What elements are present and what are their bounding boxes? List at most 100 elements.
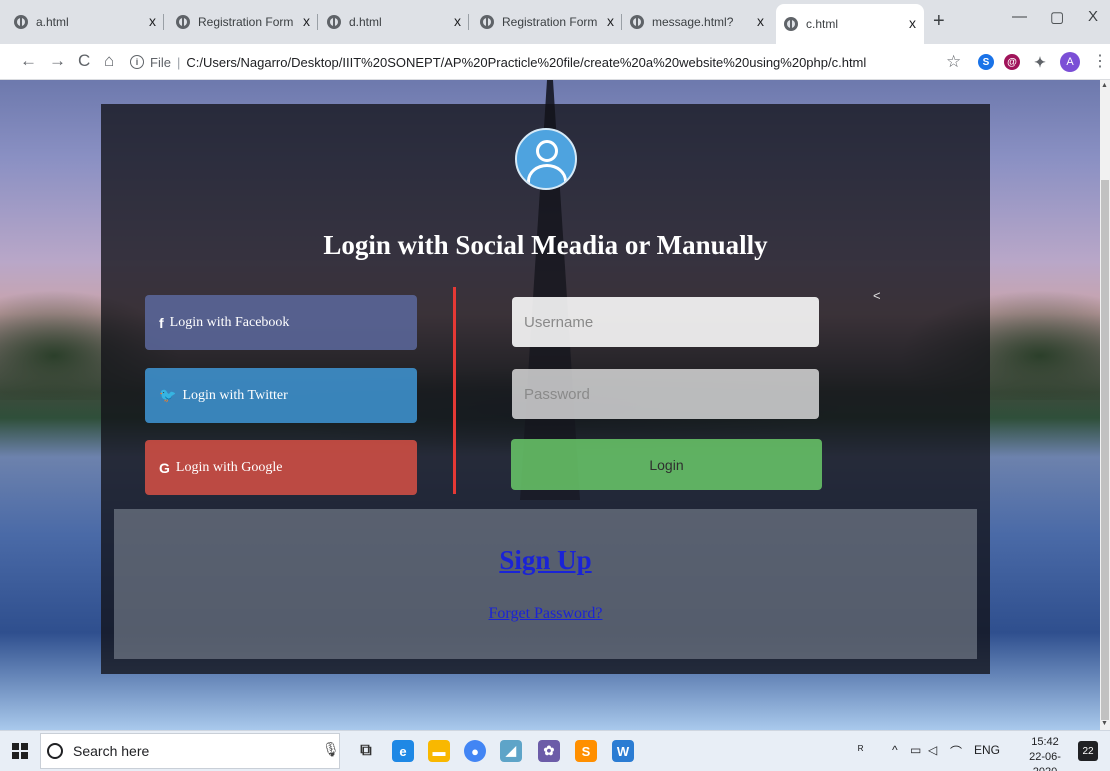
- facebook-button-label: Login with Facebook: [169, 314, 290, 330]
- tray-chevron-icon[interactable]: ^: [892, 743, 898, 757]
- facebook-icon: f: [159, 314, 164, 331]
- people-icon[interactable]: ᴿ: [858, 743, 863, 757]
- wifi-icon[interactable]: ⌒: [950, 743, 962, 760]
- twitter-button-label: Login with Twitter: [182, 387, 288, 403]
- tab-title: message.html?: [652, 15, 734, 29]
- clock-time: 15:42: [1031, 736, 1059, 748]
- tab-c-html[interactable]: c.html x: [776, 4, 924, 44]
- sublime-text-icon[interactable]: S: [575, 740, 597, 762]
- globe-icon: [480, 15, 494, 29]
- login-twitter-button[interactable]: 🐦 Login with Twitter: [145, 368, 417, 423]
- username-input[interactable]: [512, 297, 819, 347]
- tab-close-icon[interactable]: x: [149, 13, 156, 29]
- tab-registration-form-1[interactable]: Registration Form x: [176, 6, 318, 38]
- maximize-button[interactable]: ▢: [1050, 8, 1064, 26]
- minimize-button[interactable]: —: [1012, 8, 1027, 25]
- address-bar[interactable]: i File | C:/Users/Nagarro/Desktop/IIIT%2…: [130, 48, 930, 76]
- microphone-icon[interactable]: 🎙: [322, 741, 340, 758]
- taskbar-search-placeholder: Search here: [73, 743, 150, 759]
- tab-close-icon[interactable]: x: [909, 15, 916, 31]
- google-icon: G: [159, 459, 170, 476]
- login-button[interactable]: Login: [511, 439, 822, 490]
- tab-a-html[interactable]: a.html x: [14, 6, 164, 38]
- chrome-icon[interactable]: ●: [464, 740, 486, 762]
- address-url[interactable]: C:/Users/Nagarro/Desktop/IIIT%20SONEPT/A…: [186, 55, 866, 70]
- volume-icon[interactable]: ◁: [928, 743, 937, 757]
- forward-button[interactable]: →: [49, 51, 66, 71]
- file-explorer-icon[interactable]: ▬: [428, 740, 450, 762]
- clock-date: 22-06-2020: [1029, 751, 1061, 771]
- browser-toolbar: ← → C ⌂ i File | C:/Users/Nagarro/Deskto…: [0, 44, 1110, 80]
- forgot-password-link[interactable]: Forget Password?: [114, 605, 977, 623]
- avatar-body: [527, 164, 567, 188]
- twitter-icon: 🐦: [159, 387, 177, 403]
- cortana-icon: [47, 743, 63, 759]
- vertical-divider: [453, 287, 456, 494]
- page-title: Login with Social Meadia or Manually: [323, 230, 768, 260]
- tab-close-icon[interactable]: x: [607, 13, 614, 29]
- tab-registration-form-2[interactable]: Registration Form x: [480, 6, 622, 38]
- notification-center-icon[interactable]: 22: [1078, 741, 1098, 761]
- globe-icon: [327, 15, 341, 29]
- tab-strip: a.html x Registration Form x d.html x Re…: [0, 0, 1110, 44]
- windows-start-icon[interactable]: [12, 743, 28, 759]
- new-tab-button[interactable]: +: [933, 10, 945, 33]
- login-card: Login with Social Meadia or Manually f L…: [101, 104, 990, 674]
- tab-d-html[interactable]: d.html x: [327, 6, 469, 38]
- skype-extension-icon[interactable]: S: [978, 54, 994, 70]
- scroll-up-arrow-icon[interactable]: ▲: [1101, 82, 1108, 89]
- task-view-icon[interactable]: ⧉: [355, 740, 377, 762]
- home-button[interactable]: ⌂: [104, 51, 114, 71]
- login-facebook-button[interactable]: f Login with Facebook: [145, 295, 417, 350]
- close-window-button[interactable]: X: [1088, 8, 1098, 25]
- tab-title: Registration Form: [198, 15, 294, 29]
- language-indicator[interactable]: ENG: [974, 743, 1000, 757]
- tab-close-icon[interactable]: x: [757, 13, 764, 29]
- tab-separator: [468, 14, 469, 30]
- scrollbar-thumb[interactable]: [1101, 180, 1109, 720]
- tab-close-icon[interactable]: x: [454, 13, 461, 29]
- login-google-button[interactable]: G Login with Google: [145, 440, 417, 495]
- tab-separator: [317, 14, 318, 30]
- paint-icon[interactable]: ✿: [538, 740, 560, 762]
- signup-panel: Sign Up Forget Password?: [114, 509, 977, 659]
- bookmark-star-icon[interactable]: ☆: [946, 52, 961, 72]
- page-scrollbar[interactable]: ▲ ▼: [1100, 80, 1110, 730]
- info-icon[interactable]: i: [130, 55, 144, 69]
- avatar-head: [536, 140, 558, 162]
- app-icon[interactable]: ◢: [500, 740, 522, 762]
- back-button[interactable]: ←: [20, 51, 37, 71]
- menu-icon[interactable]: ⋮: [1092, 51, 1108, 71]
- user-avatar-icon: [515, 128, 577, 190]
- globe-icon: [784, 17, 798, 31]
- page-viewport: Login with Social Meadia or Manually f L…: [0, 80, 1100, 730]
- tab-title: c.html: [806, 17, 839, 31]
- tab-title: d.html: [349, 15, 382, 29]
- windows-taskbar: Search here 🎙 ⧉ e ▬ ● ◢ ✿ S W ᴿ ^ ▭ ◁ ⌒ …: [0, 730, 1110, 771]
- chevron-left-icon: <: [873, 288, 881, 303]
- tab-title: Registration Form: [502, 15, 598, 29]
- globe-icon: [176, 15, 190, 29]
- google-button-label: Login with Google: [175, 459, 283, 475]
- battery-icon[interactable]: ▭: [910, 743, 921, 757]
- globe-icon: [630, 15, 644, 29]
- globe-icon: [14, 15, 28, 29]
- word-icon[interactable]: W: [612, 740, 634, 762]
- tab-separator: [163, 14, 164, 30]
- tab-message-html[interactable]: message.html? x: [630, 6, 772, 38]
- reload-button[interactable]: C: [78, 51, 90, 71]
- extension-icon[interactable]: @: [1004, 54, 1020, 70]
- edge-browser-icon[interactable]: e: [392, 740, 414, 762]
- tab-separator: [621, 14, 622, 30]
- taskbar-search-box[interactable]: Search here: [40, 733, 340, 769]
- password-input[interactable]: [512, 369, 819, 419]
- puzzle-extensions-icon[interactable]: ✦: [1032, 54, 1048, 70]
- scheme-label: File: [150, 54, 171, 70]
- scroll-down-arrow-icon[interactable]: ▼: [1101, 720, 1108, 727]
- tab-title: a.html: [36, 15, 69, 29]
- profile-avatar[interactable]: A: [1060, 52, 1080, 72]
- system-clock[interactable]: 15:42 22-06-2020: [1020, 735, 1070, 771]
- sign-up-link[interactable]: Sign Up: [114, 545, 977, 576]
- tab-close-icon[interactable]: x: [303, 13, 310, 29]
- address-divider: |: [176, 54, 181, 70]
